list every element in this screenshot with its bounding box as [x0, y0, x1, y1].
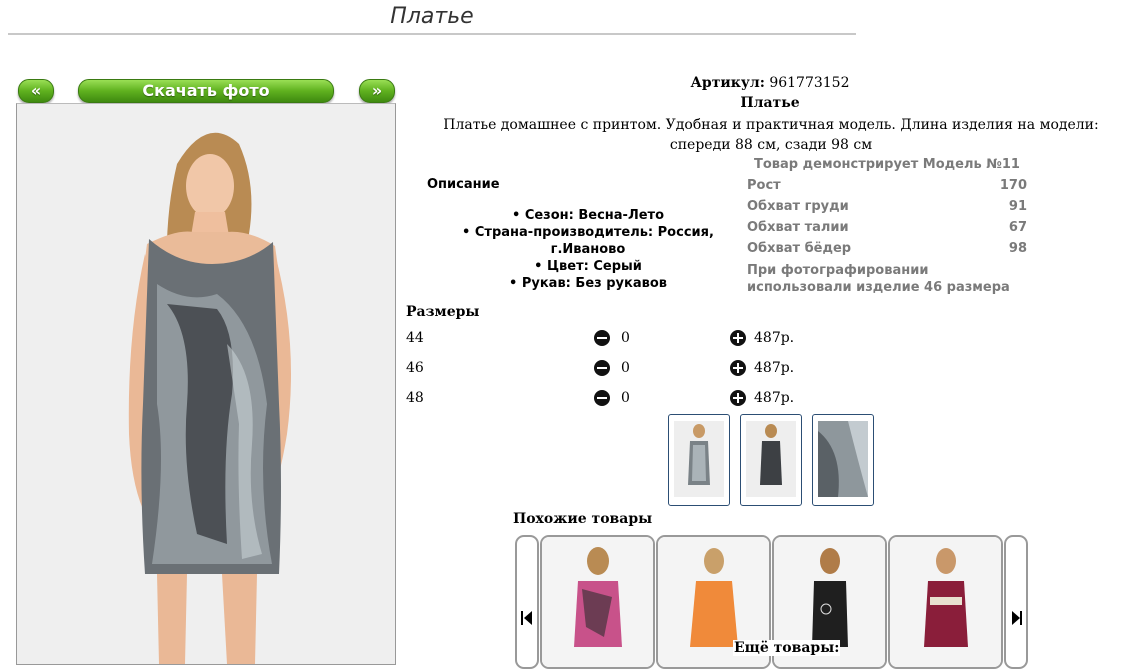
- thumbnail-image: [746, 421, 796, 497]
- model-row: Обхват талии 67: [747, 220, 1027, 235]
- increase-qty-icon[interactable]: [730, 360, 746, 376]
- increase-qty-icon[interactable]: [730, 390, 746, 406]
- carousel-prev-button[interactable]: [515, 535, 539, 669]
- similar-product-card[interactable]: [888, 535, 1003, 669]
- download-photo-button[interactable]: Скачать фото: [78, 79, 334, 103]
- model-photo-illustration: [17, 104, 395, 664]
- decrease-qty-icon[interactable]: [594, 360, 610, 376]
- similar-product-card[interactable]: [540, 535, 655, 669]
- thumbnail-image: [818, 421, 868, 497]
- product-image: [542, 537, 653, 667]
- description-item: • Сезон: Весна-Лето: [511, 208, 665, 223]
- qty-value: 0: [621, 360, 630, 376]
- article-value: 961773152: [769, 75, 850, 91]
- title-divider: [8, 33, 856, 35]
- prev-photo-button[interactable]: «: [18, 79, 54, 103]
- more-products-heading: Ещё товары:: [733, 640, 841, 656]
- thumbnail-back[interactable]: [740, 414, 802, 506]
- model-row: Обхват бёдер 98: [747, 241, 1027, 256]
- model-heading: Товар демонстрирует Модель №11: [754, 157, 1020, 172]
- increase-qty-icon[interactable]: [730, 330, 746, 346]
- thumbnail-image: [674, 421, 724, 497]
- description-list: • Сезон: Весна-Лето • Страна-производите…: [423, 207, 753, 292]
- sizes-heading: Размеры: [406, 304, 480, 320]
- decrease-qty-icon[interactable]: [594, 390, 610, 406]
- article-label: Артикул:: [690, 75, 765, 91]
- size-price: 487р.: [754, 390, 795, 406]
- skip-forward-icon: [1012, 611, 1022, 625]
- next-photo-button[interactable]: »: [359, 79, 395, 103]
- product-name: Платье: [740, 95, 800, 111]
- model-row: Обхват груди 91: [747, 199, 1027, 214]
- product-image: [890, 537, 1001, 667]
- size-label: 46: [406, 360, 424, 376]
- model-row: Рост 170: [747, 178, 1027, 193]
- thumbnail-front[interactable]: [668, 414, 730, 506]
- size-label: 48: [406, 390, 424, 406]
- qty-value: 0: [621, 330, 630, 346]
- description-heading: Описание: [427, 177, 500, 192]
- similar-heading: Похожие товары: [513, 511, 653, 527]
- size-price: 487р.: [754, 330, 795, 346]
- description-item: • Рукав: Без рукавов: [509, 276, 667, 291]
- page-title: Платье: [390, 4, 474, 29]
- qty-value: 0: [621, 390, 630, 406]
- description-item: • Цвет: Серый: [534, 259, 642, 274]
- decrease-qty-icon[interactable]: [594, 330, 610, 346]
- size-price: 487р.: [754, 360, 795, 376]
- main-product-photo[interactable]: [16, 103, 396, 665]
- description-item: • Страна-производитель: Россия, г.Иванов…: [462, 225, 714, 257]
- thumbnail-detail[interactable]: [812, 414, 874, 506]
- carousel-next-button[interactable]: [1004, 535, 1028, 669]
- article-line: Артикул: 961773152: [410, 75, 1130, 91]
- model-photo-note: При фотографировании использовали издели…: [747, 263, 1010, 295]
- product-description: Платье домашнее с принтом. Удобная и пра…: [443, 117, 1099, 153]
- size-label: 44: [406, 330, 424, 346]
- skip-back-icon: [521, 611, 532, 625]
